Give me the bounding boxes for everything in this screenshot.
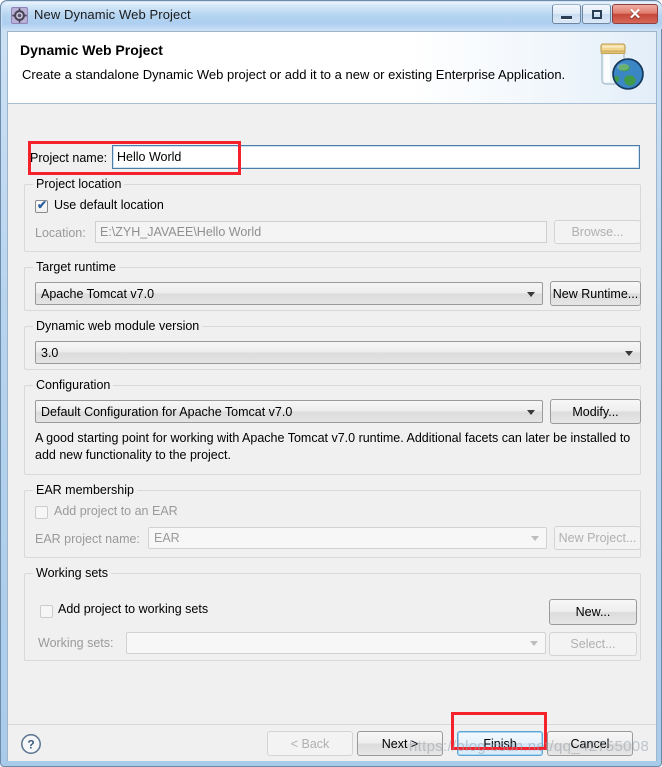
new-project-button[interactable]: New Project... [554,526,641,550]
chevron-down-icon [625,350,633,356]
close-glyph: ✕ [628,5,642,23]
ear-project-name-combo[interactable]: EAR [148,527,547,549]
use-default-location-checkbox[interactable]: ✔ [35,198,48,213]
project-name-label: Project name: [30,151,108,165]
wizard-banner: Dynamic Web Project Create a standalone … [8,32,656,104]
configuration-combo[interactable]: Default Configuration for Apache Tomcat … [35,400,543,423]
add-project-to-working-sets-label: Add project to working sets [58,602,209,616]
window-title: New Dynamic Web Project [34,7,191,22]
location-label: Location: [35,226,86,240]
back-button[interactable]: < Back [267,731,353,756]
dialog-body: Dynamic Web Project Create a standalone … [7,31,657,761]
project-name-input[interactable]: Hello World [112,145,640,169]
maximize-icon [583,5,610,23]
svg-text:?: ? [27,738,34,752]
use-default-location-label: Use default location [54,198,164,212]
add-project-to-ear-checkbox[interactable] [35,506,48,519]
page-title: Dynamic Web Project [20,42,163,58]
add-project-to-working-sets-checkbox[interactable] [40,605,53,618]
maximize-button[interactable] [582,4,611,24]
minimize-icon [553,5,580,23]
dialog-window: New Dynamic Web Project ✕ Dynamic Web Pr… [0,0,662,767]
wizard-content: Project name: Hello World Project locati… [8,104,656,724]
new-runtime-button[interactable]: New Runtime... [550,281,641,306]
configuration-description: A good starting point for working with A… [35,431,631,462]
browse-button[interactable]: Browse... [554,220,641,244]
minimize-button[interactable] [552,4,581,24]
working-sets-combo[interactable] [126,632,546,654]
add-project-to-ear-label: Add project to an EAR [54,504,178,518]
jar-globe-icon [600,43,644,90]
target-runtime-value: Apache Tomcat v7.0 [41,286,155,301]
next-button[interactable]: Next > [357,731,443,756]
module-version-value: 3.0 [41,345,59,360]
checkmark-icon: ✔ [37,198,48,212]
chevron-down-icon [530,641,538,646]
module-version-group-title: Dynamic web module version [33,319,203,333]
new-working-set-button[interactable]: New... [549,599,637,625]
modify-button[interactable]: Modify... [550,399,641,424]
chevron-down-icon [531,536,539,541]
chevron-down-icon [527,291,535,297]
configuration-group-title: Configuration [33,378,114,392]
close-icon: ✕ [613,5,657,23]
configuration-value: Default Configuration for Apache Tomcat … [41,404,293,419]
ear-project-name-value: EAR [154,531,180,545]
chevron-down-icon [527,409,535,415]
project-location-group-title: Project location [33,177,125,191]
location-value: E:\ZYH_JAVAEE\Hello World [100,225,262,239]
select-working-set-button[interactable]: Select... [549,632,637,656]
dialog-footer: ? < Back Next > Finish Cancel [8,724,656,761]
ear-project-name-label: EAR project name: [35,532,140,546]
project-name-value: Hello World [117,150,182,164]
location-input[interactable]: E:\ZYH_JAVAEE\Hello World [95,221,547,243]
finish-button[interactable]: Finish [457,731,543,756]
module-version-combo[interactable]: 3.0 [35,341,641,364]
working-sets-group-title: Working sets [33,566,112,580]
title-bar[interactable]: New Dynamic Web Project ✕ [2,2,662,29]
cancel-button[interactable]: Cancel [547,731,633,756]
help-question-icon[interactable]: ? [20,733,42,755]
page-description: Create a standalone Dynamic Web project … [22,67,566,82]
close-button[interactable]: ✕ [612,4,658,24]
target-runtime-group-title: Target runtime [33,260,119,274]
target-runtime-combo[interactable]: Apache Tomcat v7.0 [35,282,543,305]
gear-icon [11,7,28,24]
ear-membership-group-title: EAR membership [33,483,137,497]
working-sets-label: Working sets: [38,636,114,650]
